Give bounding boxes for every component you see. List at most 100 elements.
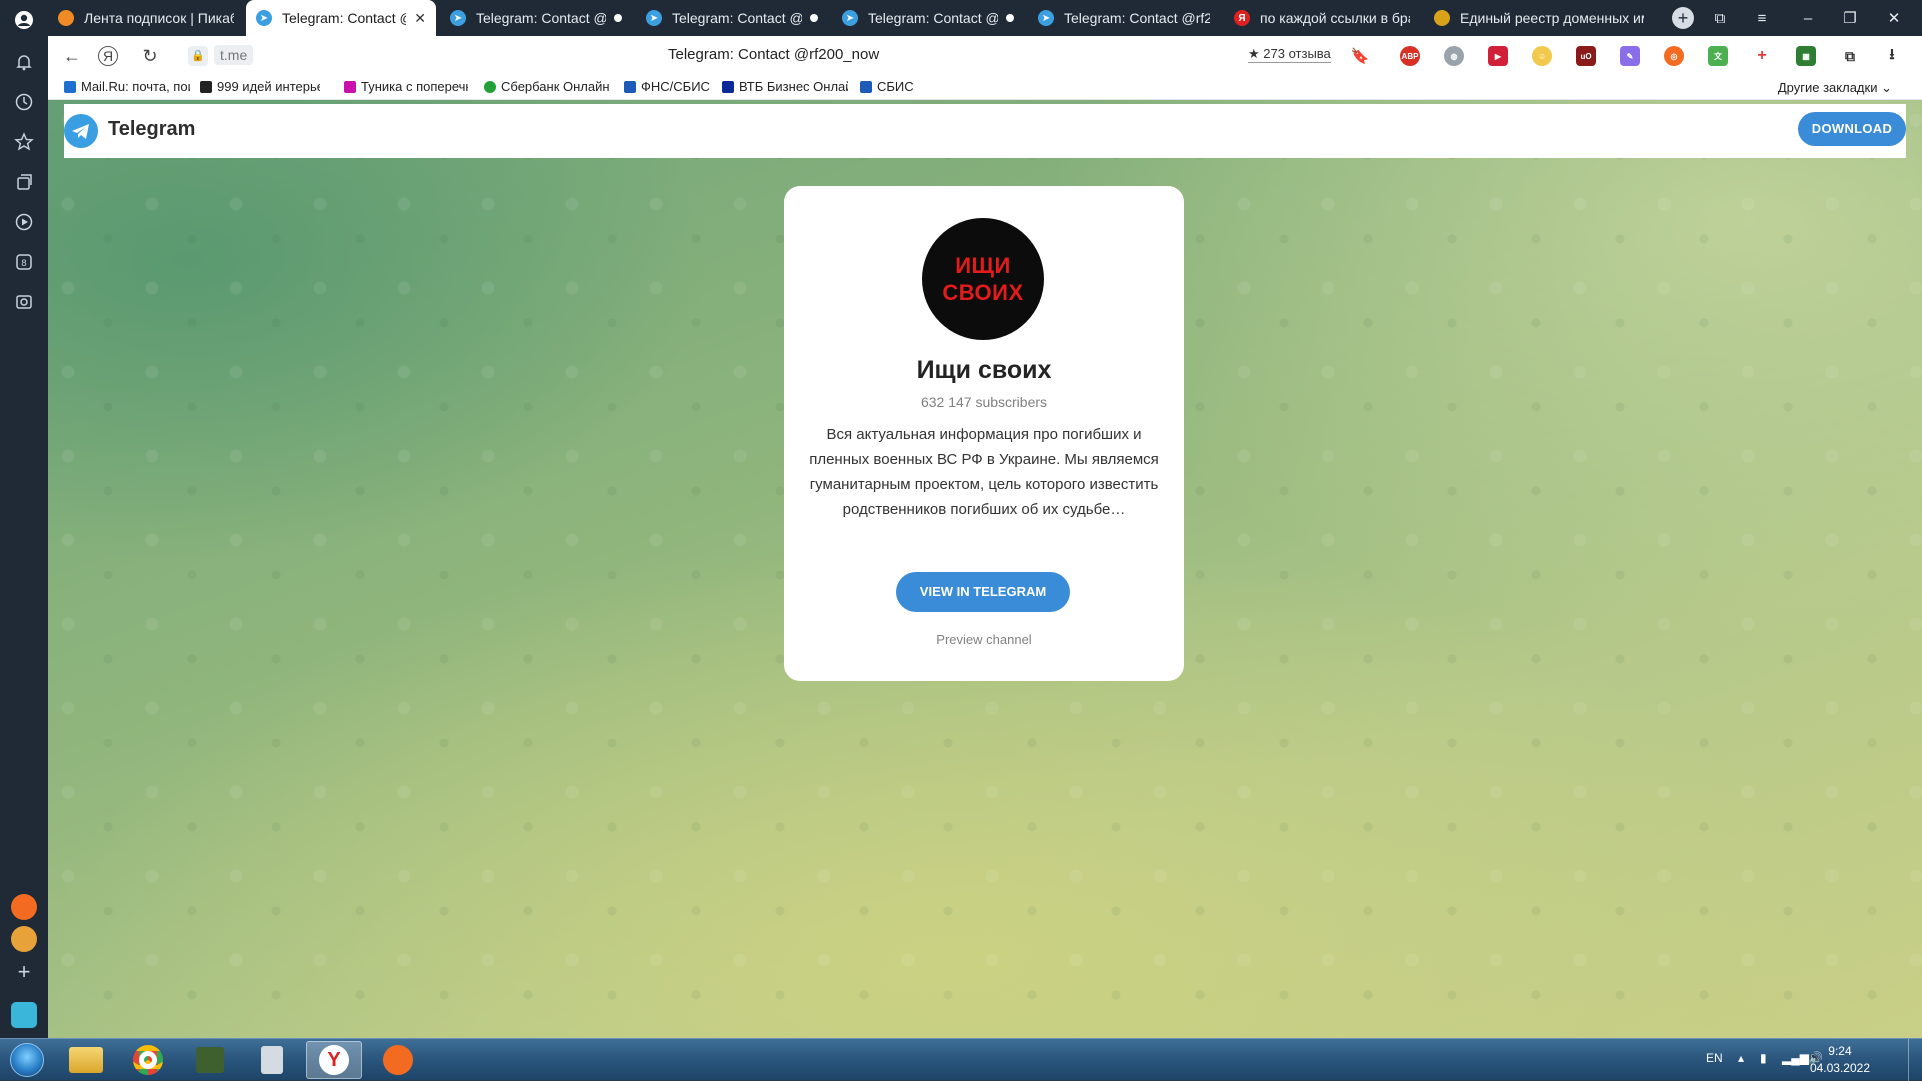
- messenger-app-icon[interactable]: [11, 1002, 37, 1028]
- tab-telegram-active[interactable]: ➤ Telegram: Contact @rf200_now ✕: [246, 0, 436, 36]
- bookmark-tunic[interactable]: Туника с поперечными: [344, 79, 468, 94]
- vtb-icon: [722, 80, 734, 93]
- taskbar-chrome[interactable]: [120, 1041, 176, 1079]
- pen-icon[interactable]: ✎: [1620, 46, 1640, 66]
- clock[interactable]: 9:24 04.03.2022: [1810, 1043, 1870, 1077]
- wildberries-icon: [344, 80, 356, 93]
- restore-icon[interactable]: ❐: [1830, 0, 1870, 36]
- clock-time: 9:24: [1828, 1044, 1852, 1058]
- taskbar-yandex-browser[interactable]: Y: [306, 1041, 362, 1079]
- start-button[interactable]: [4, 1040, 50, 1080]
- sberbank-icon: [484, 80, 496, 93]
- taskbar-calculator[interactable]: [244, 1041, 300, 1079]
- terminal-icon: [196, 1047, 224, 1073]
- tab-telegram[interactable]: ➤ Telegram: Contact @rf200_now: [440, 0, 632, 36]
- tab-title: по каждой ссылки в браузере: [1260, 10, 1410, 26]
- bookmark-vtb[interactable]: ВТБ Бизнес Онлайн: [722, 79, 848, 94]
- unread-dot: [810, 14, 818, 22]
- bookmark-sberbank[interactable]: Сбербанк Онлайн: [484, 79, 614, 94]
- page-title[interactable]: Telegram: Contact @rf200_now: [668, 46, 879, 63]
- tab-registry[interactable]: Единый реестр доменных имен: [1424, 0, 1654, 36]
- add-app-icon[interactable]: +: [12, 959, 36, 984]
- bookmark-label: Сбербанк Онлайн: [501, 79, 610, 94]
- url-host[interactable]: t.me: [214, 45, 254, 65]
- bookmark-icon[interactable]: 🔖: [1348, 44, 1372, 68]
- preview-channel-link[interactable]: Preview channel: [784, 632, 1184, 647]
- close-tab-icon[interactable]: ✕: [414, 10, 426, 27]
- folder-icon: [69, 1047, 103, 1073]
- profile-icon[interactable]: [12, 8, 36, 32]
- play-icon[interactable]: [12, 210, 36, 234]
- avatar-text-line1: ИЩИ: [955, 253, 1011, 278]
- plus-ext-icon[interactable]: +: [1752, 46, 1772, 66]
- channel-name: Ищи своих: [916, 356, 1052, 384]
- video-icon[interactable]: ▶: [1488, 46, 1508, 66]
- main-menu-icon[interactable]: ≡: [1742, 0, 1782, 36]
- tab-yandex[interactable]: Я по каждой ссылки в браузере: [1224, 0, 1420, 36]
- download-icon[interactable]: ⭳: [1882, 46, 1902, 66]
- telegram-icon: ➤: [842, 10, 858, 26]
- tab-title: Единый реестр доменных имен: [1460, 10, 1644, 26]
- reviews-link[interactable]: ★ 273 отзыва: [1248, 46, 1331, 63]
- bookmark-999-ideas[interactable]: 999 идей интерьера: [200, 79, 320, 94]
- tab-title: Telegram: Contact @rf200_now: [476, 10, 606, 26]
- taskbar-music[interactable]: [370, 1041, 426, 1079]
- tabs-menu-icon[interactable]: ⧉: [1700, 0, 1740, 36]
- reload-icon[interactable]: ↻: [138, 44, 162, 68]
- yandex-browser-icon: Y: [319, 1045, 349, 1075]
- ublock-icon[interactable]: uO: [1576, 46, 1596, 66]
- tab-title: Telegram: Contact @rf200_now: [868, 10, 998, 26]
- tray-expand-icon[interactable]: ▴: [1738, 1051, 1744, 1065]
- address-bar: ← Я ↻ 🔒 t.me Telegram: Contact @rf200_no…: [48, 36, 1922, 76]
- minimize-icon[interactable]: –: [1788, 0, 1828, 36]
- back-icon[interactable]: ←: [60, 44, 84, 68]
- yandex-home-icon[interactable]: Я: [98, 46, 118, 66]
- bell-icon[interactable]: [12, 50, 36, 74]
- collections-icon[interactable]: [12, 170, 36, 194]
- telegram-logo-icon[interactable]: [64, 114, 98, 148]
- show-desktop-button[interactable]: [1908, 1039, 1922, 1081]
- tab-telegram[interactable]: ➤ Telegram: Contact @rf200_now: [1028, 0, 1220, 36]
- tab-pikabu[interactable]: Лента подписок | Пикабу: [48, 0, 244, 36]
- channel-card: ИЩИ СВОИХ Ищи своих 632 147 subscribers …: [784, 186, 1184, 681]
- view-in-telegram-button[interactable]: VIEW IN TELEGRAM: [896, 572, 1070, 612]
- new-tab-button[interactable]: +: [1672, 7, 1694, 29]
- subscriber-count: 632 147 subscribers: [920, 394, 1048, 410]
- music-app-icon[interactable]: [11, 894, 37, 920]
- sbis-icon: [624, 80, 636, 93]
- svg-text:8: 8: [21, 259, 27, 269]
- bookmark-fns-sbis[interactable]: ФНС/СБИС: [624, 79, 724, 94]
- signal-icon[interactable]: ▂▄▆: [1782, 1051, 1809, 1065]
- bookmark-label: Туника с поперечными: [361, 79, 468, 94]
- tab-telegram[interactable]: ➤ Telegram: Contact @rf200_now: [636, 0, 828, 36]
- tab-telegram[interactable]: ➤ Telegram: Contact @rf200_now: [832, 0, 1024, 36]
- avatar-text-line2: СВОИХ: [942, 280, 1024, 305]
- star-icon[interactable]: [12, 130, 36, 154]
- pikabu-app-icon[interactable]: [11, 926, 37, 952]
- tab-strip: Лента подписок | Пикабу ➤ Telegram: Cont…: [48, 0, 1922, 36]
- calendar-icon[interactable]: 8: [12, 250, 36, 274]
- globe-icon[interactable]: ◍: [1444, 46, 1464, 66]
- lock-icon[interactable]: 🔒: [188, 46, 208, 66]
- translate-icon[interactable]: 文: [1708, 46, 1728, 66]
- camera-icon[interactable]: [12, 290, 36, 314]
- download-button[interactable]: DOWNLOAD: [1798, 112, 1906, 146]
- taskbar-terminal[interactable]: [182, 1041, 238, 1079]
- bookmark-mailru[interactable]: Mail.Ru: почта, поиск: [64, 79, 190, 94]
- radio-icon[interactable]: ◎: [1664, 46, 1684, 66]
- music-icon: [383, 1045, 413, 1075]
- adblock-icon[interactable]: ABP: [1400, 46, 1420, 66]
- extensions-icon[interactable]: ⧉: [1840, 46, 1860, 66]
- emoji-icon[interactable]: ☺: [1532, 46, 1552, 66]
- sheets-icon[interactable]: ▦: [1796, 46, 1816, 66]
- taskbar-explorer[interactable]: [58, 1041, 114, 1079]
- bookmark-sbis[interactable]: СБИС: [860, 79, 930, 94]
- tab-title: Telegram: Contact @rf200_now: [282, 10, 406, 26]
- close-window-icon[interactable]: ✕: [1874, 0, 1914, 36]
- other-bookmarks[interactable]: Другие закладки ⌄: [1778, 80, 1892, 96]
- telegram-icon: ➤: [1038, 10, 1054, 26]
- telegram-brand[interactable]: Telegram: [108, 118, 195, 141]
- history-icon[interactable]: [12, 90, 36, 114]
- language-indicator[interactable]: EN: [1706, 1051, 1723, 1065]
- network-icon[interactable]: ▮: [1760, 1051, 1767, 1065]
